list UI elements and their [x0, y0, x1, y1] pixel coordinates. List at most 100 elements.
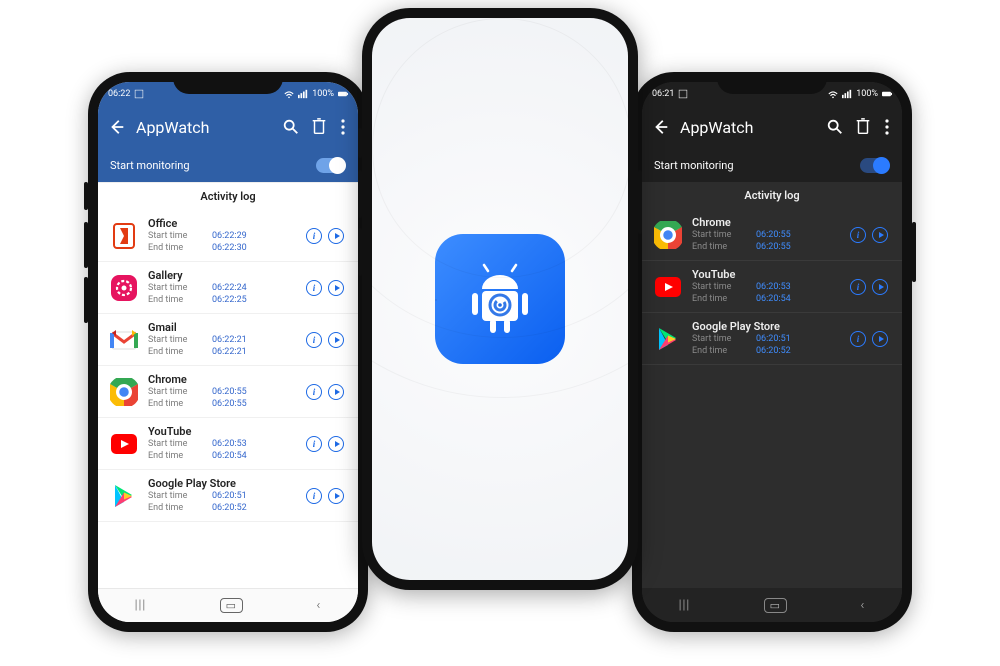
- play-button[interactable]: [872, 227, 888, 243]
- wifi-icon: [284, 89, 294, 99]
- log-item[interactable]: YouTube Start time06:20:53 End time06:20…: [642, 261, 902, 313]
- log-item[interactable]: Chrome Start time06:20:55 End time06:20:…: [642, 209, 902, 261]
- back-button[interactable]: [108, 118, 126, 136]
- log-item[interactable]: Gmail Start time06:22:21 End time06:22:2…: [98, 314, 358, 366]
- action-icons: [850, 279, 888, 295]
- info-button[interactable]: [306, 280, 322, 296]
- log-item[interactable]: Google Play Store Start time06:20:51 End…: [98, 470, 358, 522]
- status-time: 06:21: [652, 89, 674, 99]
- info-button[interactable]: [306, 436, 322, 452]
- log-item[interactable]: Gallery Start time06:22:24 End time06:22…: [98, 262, 358, 314]
- status-time: 06:22: [108, 89, 130, 99]
- delete-icon: [854, 118, 872, 136]
- play-button[interactable]: [328, 384, 344, 400]
- start-time: 06:20:53: [756, 282, 791, 293]
- screenshot-icon: [678, 89, 688, 99]
- more-icon: [882, 118, 892, 136]
- log-item[interactable]: Office Start time06:22:29 End time06:22:…: [98, 210, 358, 262]
- signal-icon: [842, 89, 852, 99]
- log-text: Office Start time06:22:29 End time06:22:…: [148, 217, 296, 254]
- log-text: Gallery Start time06:22:24 End time06:22…: [148, 269, 296, 306]
- action-icons: [306, 488, 344, 504]
- nav-home[interactable]: ▭: [220, 598, 243, 613]
- end-time: 06:22:21: [212, 347, 247, 358]
- section-title: Activity log: [642, 182, 902, 209]
- app-title: AppWatch: [680, 118, 816, 137]
- log-item[interactable]: YouTube Start time06:20:53 End time06:20…: [98, 418, 358, 470]
- monitor-label: Start monitoring: [110, 159, 190, 172]
- log-item[interactable]: Google Play Store Start time06:20:51 End…: [642, 313, 902, 365]
- start-label: Start time: [148, 439, 198, 450]
- monitor-toggle[interactable]: [316, 158, 346, 173]
- more-button[interactable]: [882, 118, 892, 136]
- log-text: Chrome Start time06:20:55 End time06:20:…: [692, 216, 840, 253]
- nav-recents[interactable]: |||: [135, 598, 147, 613]
- play-button[interactable]: [872, 279, 888, 295]
- end-time: 06:20:54: [756, 294, 791, 305]
- nav-back[interactable]: ‹: [860, 598, 865, 613]
- back-icon: [652, 118, 670, 136]
- center-phone-frame: [362, 8, 638, 590]
- search-button[interactable]: [282, 118, 300, 136]
- info-button[interactable]: [306, 228, 322, 244]
- nav-bar: ||| ▭ ‹: [642, 588, 902, 622]
- info-button[interactable]: [850, 331, 866, 347]
- battery-icon: [882, 89, 892, 99]
- info-button[interactable]: [306, 332, 322, 348]
- log-item[interactable]: Chrome Start time06:20:55 End time06:20:…: [98, 366, 358, 418]
- start-time: 06:22:29: [212, 231, 247, 242]
- start-label: Start time: [148, 387, 198, 398]
- app-name: Office: [148, 217, 296, 230]
- delete-button[interactable]: [854, 118, 872, 136]
- action-icons: [306, 384, 344, 400]
- nav-home[interactable]: ▭: [764, 598, 787, 613]
- end-time: 06:20:54: [212, 451, 247, 462]
- end-time: 06:22:30: [212, 243, 247, 254]
- play-store-icon: [654, 325, 682, 353]
- monitor-toggle[interactable]: [860, 158, 890, 173]
- action-icons: [850, 227, 888, 243]
- battery-percent: 100%: [856, 89, 878, 99]
- end-label: End time: [148, 451, 198, 462]
- start-label: Start time: [692, 282, 742, 293]
- end-label: End time: [692, 242, 742, 253]
- info-button[interactable]: [850, 279, 866, 295]
- info-button[interactable]: [306, 384, 322, 400]
- right-notch: [717, 72, 827, 94]
- gallery-icon: [110, 274, 138, 302]
- signal-icon: [298, 89, 308, 99]
- play-button[interactable]: [328, 280, 344, 296]
- start-time: 06:22:21: [212, 335, 247, 346]
- start-time: 06:20:55: [756, 230, 791, 241]
- info-button[interactable]: [306, 488, 322, 504]
- action-icons: [850, 331, 888, 347]
- info-button[interactable]: [850, 227, 866, 243]
- play-button[interactable]: [328, 488, 344, 504]
- app-title: AppWatch: [136, 118, 272, 137]
- app-name: YouTube: [692, 268, 840, 281]
- app-name: Chrome: [148, 373, 296, 386]
- right-phone-frame: 06:21 100% AppWatch Start monitoring Act…: [632, 72, 912, 632]
- start-time: 06:20:55: [212, 387, 247, 398]
- end-label: End time: [148, 243, 198, 254]
- start-label: Start time: [692, 230, 742, 241]
- monitor-label: Start monitoring: [654, 159, 734, 172]
- start-time: 06:22:24: [212, 283, 247, 294]
- back-button[interactable]: [652, 118, 670, 136]
- end-time: 06:20:52: [756, 346, 791, 357]
- youtube-icon: [654, 273, 682, 301]
- more-button[interactable]: [338, 118, 348, 136]
- nav-back[interactable]: ‹: [316, 598, 321, 613]
- search-button[interactable]: [826, 118, 844, 136]
- screenshot-icon: [134, 89, 144, 99]
- nav-recents[interactable]: |||: [679, 598, 691, 613]
- play-store-icon: [110, 482, 138, 510]
- play-button[interactable]: [328, 228, 344, 244]
- play-button[interactable]: [328, 436, 344, 452]
- play-button[interactable]: [872, 331, 888, 347]
- center-screen: [372, 18, 628, 580]
- search-icon: [826, 118, 844, 136]
- play-button[interactable]: [328, 332, 344, 348]
- delete-button[interactable]: [310, 118, 328, 136]
- chrome-icon: [110, 378, 138, 406]
